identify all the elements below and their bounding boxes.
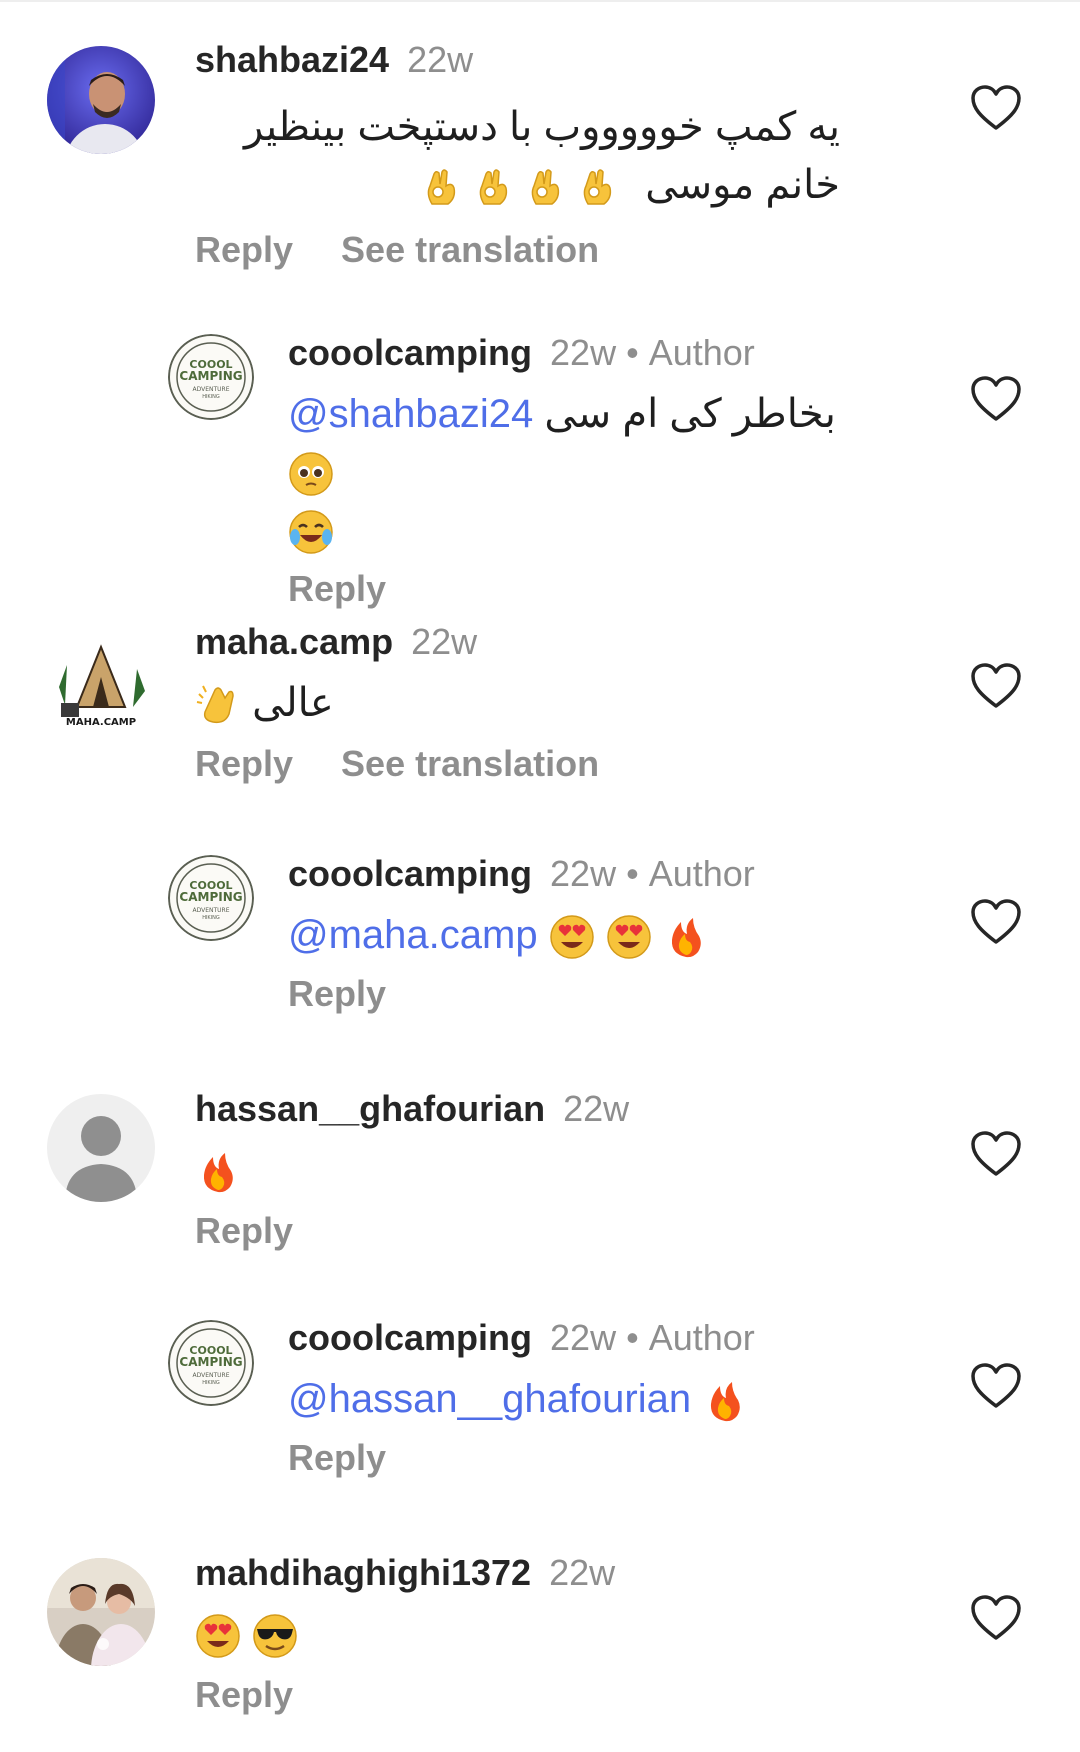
reply-button[interactable]: Reply: [195, 743, 293, 784]
comment-header: cooolcamping 22w • Author: [288, 331, 840, 375]
username[interactable]: shahbazi24: [195, 39, 389, 80]
reply-button[interactable]: Reply: [195, 229, 293, 270]
maha-camp-logo-avatar[interactable]: MAHA.CAMP: [47, 625, 155, 733]
user-photo-avatar[interactable]: [47, 46, 155, 154]
username[interactable]: mahdihaghighi1372: [195, 1552, 531, 1593]
username[interactable]: cooolcamping: [288, 853, 532, 894]
heart-eyes-emoji: [607, 915, 651, 960]
comment-actions: Reply: [288, 972, 840, 1016]
mention-link[interactable]: @shahbazi24: [288, 392, 533, 436]
ok-hand-emoji: [479, 169, 508, 206]
tears-of-joy-emoji: [289, 510, 333, 555]
comment-actions: Reply See translation: [195, 742, 840, 786]
timestamp: 22w: [550, 332, 617, 373]
fire-emoji: [711, 1382, 741, 1422]
like-heart-icon[interactable]: [970, 1130, 1022, 1178]
mention-link[interactable]: @maha.camp: [288, 913, 538, 957]
timestamp: 22w: [411, 621, 478, 662]
couple-photo-avatar[interactable]: [47, 1558, 155, 1666]
comment-body: عالی: [252, 681, 334, 725]
comment-text: @shahbazi24 بخاطر کی ام سی: [288, 385, 840, 559]
ok-hand-emoji: [427, 169, 456, 206]
comment-actions: Reply: [195, 1209, 840, 1253]
svg-text:CAMPING: CAMPING: [179, 1355, 242, 1369]
comment-text: عالی: [195, 674, 840, 732]
like-heart-icon[interactable]: [970, 375, 1022, 423]
comment-text: [195, 1605, 840, 1663]
clapping-hands-emoji: [196, 685, 234, 724]
username[interactable]: cooolcamping: [288, 1317, 532, 1358]
see-translation-button[interactable]: See translation: [341, 229, 599, 270]
svg-text:CAMPING: CAMPING: [179, 890, 242, 904]
heart-eyes-emoji: [549, 915, 594, 960]
cooolcamping-logo-avatar[interactable]: COOOL CAMPING ADVENTURE HIKING: [168, 855, 254, 941]
reply-button[interactable]: Reply: [288, 568, 386, 609]
comment-header: hassan__ghafourian 22w: [195, 1087, 840, 1131]
like-heart-icon[interactable]: [970, 898, 1022, 946]
svg-text:HIKING: HIKING: [202, 394, 220, 400]
comment-text: یه کمپ خوووووب با دستپخت بینظیر خانم موس…: [195, 98, 840, 214]
separator-dot: •: [626, 1317, 639, 1358]
top-divider: [0, 0, 1080, 2]
username[interactable]: maha.camp: [195, 621, 393, 662]
comment-body: بخاطر کی ام سی: [544, 392, 836, 436]
author-badge: Author: [648, 332, 755, 373]
author-badge: Author: [648, 853, 755, 894]
svg-text:MAHA.CAMP: MAHA.CAMP: [66, 717, 136, 728]
separator-dot: •: [626, 853, 639, 894]
svg-text:ADVENTURE: ADVENTURE: [192, 1372, 229, 1379]
svg-text:ADVENTURE: ADVENTURE: [192, 386, 229, 393]
separator-dot: •: [626, 332, 639, 373]
svg-text:ADVENTURE: ADVENTURE: [192, 907, 229, 914]
ok-hand-emoji: [583, 169, 612, 206]
comment-header: maha.camp 22w: [195, 620, 840, 664]
username[interactable]: cooolcamping: [288, 332, 532, 373]
svg-text:HIKING: HIKING: [202, 915, 220, 921]
reply-button[interactable]: Reply: [195, 1674, 293, 1715]
comment-text: @hassan__ghafourian: [288, 1370, 840, 1428]
timestamp: 22w: [407, 39, 474, 80]
comment-header: cooolcamping 22w • Author: [288, 1316, 840, 1360]
comment-text: [195, 1141, 840, 1199]
comment-header: cooolcamping 22w • Author: [288, 852, 840, 896]
comment-actions: Reply: [288, 1436, 840, 1480]
comment-actions: Reply: [195, 1673, 840, 1717]
sunglasses-emoji: [253, 1614, 297, 1659]
timestamp: 22w: [550, 853, 617, 894]
cooolcamping-logo-avatar[interactable]: COOOL CAMPING ADVENTURE HIKING: [168, 1320, 254, 1406]
mention-link[interactable]: @hassan__ghafourian: [288, 1377, 691, 1421]
like-heart-icon[interactable]: [970, 84, 1022, 132]
comment-text: @maha.camp: [288, 906, 840, 964]
username[interactable]: hassan__ghafourian: [195, 1088, 545, 1129]
ok-hand-emoji: [531, 169, 560, 206]
emoji-group: [418, 164, 620, 210]
fire-emoji: [203, 1153, 233, 1193]
timestamp: 22w: [563, 1088, 630, 1129]
reply-button[interactable]: Reply: [288, 1437, 386, 1478]
timestamp: 22w: [550, 1317, 617, 1358]
timestamp: 22w: [549, 1552, 616, 1593]
comment-header: mahdihaghighi1372 22w: [195, 1551, 840, 1595]
pleading-face-emoji: [289, 452, 333, 497]
like-heart-icon[interactable]: [970, 1362, 1022, 1410]
svg-text:CAMPING: CAMPING: [179, 369, 242, 383]
cooolcamping-logo-avatar[interactable]: COOOL CAMPING ADVENTURE HIKING: [168, 334, 254, 420]
comment-header: shahbazi24 22w: [195, 38, 840, 82]
like-heart-icon[interactable]: [970, 662, 1022, 710]
see-translation-button[interactable]: See translation: [341, 743, 599, 784]
fire-emoji: [671, 918, 701, 958]
comment-actions: Reply See translation: [195, 228, 840, 272]
heart-eyes-emoji: [196, 1614, 240, 1659]
reply-button[interactable]: Reply: [288, 973, 386, 1014]
svg-text:HIKING: HIKING: [202, 1380, 220, 1386]
author-badge: Author: [648, 1317, 755, 1358]
like-heart-icon[interactable]: [970, 1594, 1022, 1642]
default-user-avatar[interactable]: [47, 1094, 155, 1202]
comment-actions: Reply: [288, 567, 840, 611]
reply-button[interactable]: Reply: [195, 1210, 293, 1251]
